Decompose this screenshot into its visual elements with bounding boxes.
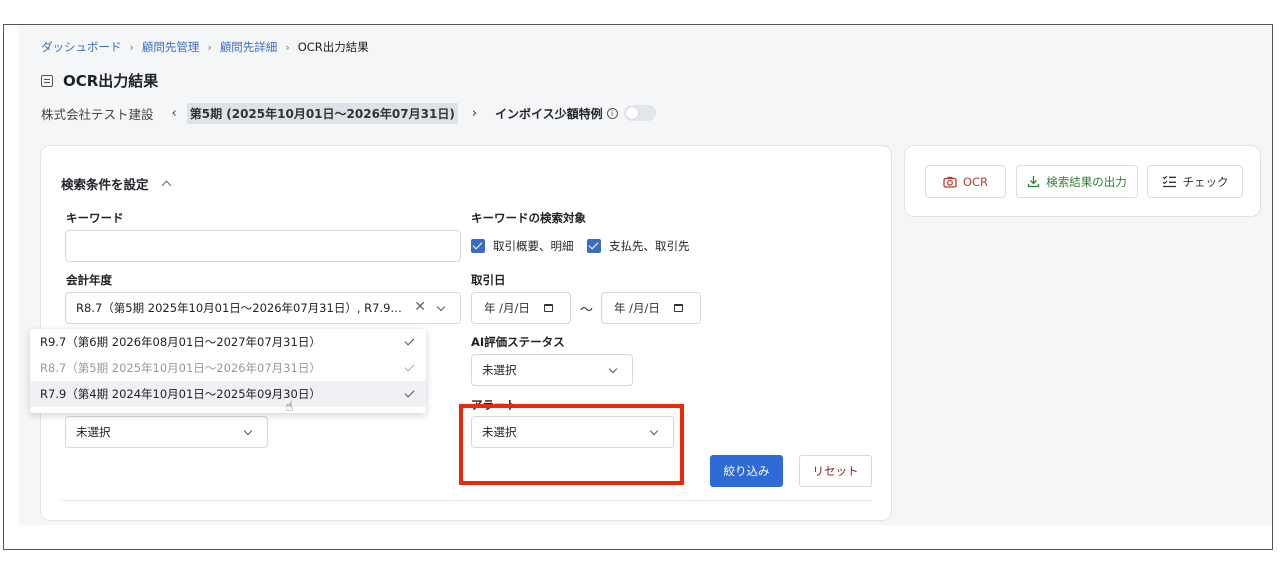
checkbox-checked-icon[interactable] [587, 239, 601, 253]
check-icon [404, 335, 415, 346]
search-section-toggle[interactable]: 検索条件を設定 [61, 174, 171, 193]
fiscal-option[interactable]: R8.7（第5期 2025年10月01日〜2026年07月31日） [30, 355, 426, 381]
checkbox-partner[interactable]: 支払先、取引先 [587, 238, 690, 254]
fiscal-year-label: 会計年度 [66, 273, 112, 287]
calendar-icon[interactable] [673, 304, 683, 312]
chevron-down-icon [436, 302, 446, 312]
screenshot-frame: ダッシュボード › 顧問先管理 › 顧問先詳細 › OCR出力結果 OCR出力結… [3, 24, 1273, 550]
fiscal-option-label: R7.9（第4期 2024年10月01日〜2025年09月30日） [40, 387, 321, 401]
export-results-button[interactable]: 検索結果の出力 [1016, 165, 1138, 198]
check-icon [404, 361, 415, 372]
fiscal-option[interactable]: R9.7（第6期 2026年08月01日〜2027年07月31日） [30, 329, 426, 355]
hand-cursor-icon: ☝ [285, 399, 294, 415]
breadcrumb-chevron-icon: › [207, 40, 212, 54]
fiscal-option-label: R9.7（第6期 2026年08月01日〜2027年07月31日） [40, 335, 321, 349]
invoice-toggle[interactable] [623, 105, 656, 121]
check-button[interactable]: チェック [1147, 165, 1243, 198]
period-label: 第5期 (2025年10月01日〜2026年07月31日) [186, 102, 458, 124]
chevron-down-icon [243, 426, 253, 436]
invoice-exception-label: インボイス少額特例 [495, 106, 603, 121]
keyword-label: キーワード [66, 211, 124, 225]
breadcrumb: ダッシュボード › 顧問先管理 › 顧問先詳細 › OCR出力結果 [41, 39, 369, 55]
filter-button[interactable]: 絞り込み [710, 455, 783, 487]
date-from-input[interactable]: 年 /月/日 [471, 292, 571, 324]
fiscal-year-value: R8.7（第5期 2025年10月01日〜2026年07月31日）, R7.9… [76, 301, 402, 315]
checkbox-summary[interactable]: 取引概要、明細 [471, 238, 574, 254]
page-title: OCR出力結果 [41, 70, 158, 91]
breadcrumb-current: OCR出力結果 [297, 40, 369, 54]
date-to-placeholder: 年 /月/日 [614, 301, 660, 315]
keyword-target-label: キーワードの検索対象 [471, 211, 586, 225]
divider [61, 500, 873, 501]
check-button-label: チェック [1182, 174, 1229, 189]
transaction-date-label: 取引日 [471, 273, 506, 287]
info-icon[interactable]: i [606, 107, 618, 119]
chevron-up-icon [161, 180, 171, 191]
partially-hidden-select[interactable]: 未選択 [65, 416, 268, 448]
breadcrumb-dashboard[interactable]: ダッシュボード [41, 39, 122, 55]
ai-status-label: AI評価ステータス [471, 335, 565, 349]
reset-button[interactable]: リセット [799, 455, 872, 487]
ocr-button[interactable]: OCR [925, 165, 1006, 198]
camera-icon [943, 176, 957, 188]
keyword-input[interactable] [65, 230, 461, 262]
fiscal-option-label: R8.7（第5期 2025年10月01日〜2026年07月31日） [40, 361, 321, 375]
company-name: 株式会社テスト建設 [41, 106, 154, 122]
period-prev-button[interactable]: ‹ [172, 106, 177, 121]
alert-highlight-box [459, 404, 684, 485]
checklist-icon [1162, 175, 1176, 188]
breadcrumb-client-management[interactable]: 顧問先管理 [142, 39, 200, 55]
fiscal-year-dropdown: R9.7（第6期 2026年08月01日〜2027年07月31日） R8.7（第… [30, 329, 426, 413]
ocr-button-label: OCR [962, 174, 989, 189]
fiscal-option[interactable]: R7.9（第4期 2024年10月01日〜2025年09月30日） [30, 381, 426, 407]
export-button-label: 検索結果の出力 [1046, 174, 1127, 189]
page-title-text: OCR出力結果 [63, 72, 159, 90]
breadcrumb-chevron-icon: › [129, 40, 134, 54]
date-range-separator: 〜 [580, 303, 594, 318]
breadcrumb-client-detail[interactable]: 顧問先詳細 [220, 39, 278, 55]
ai-status-select[interactable]: 未選択 [471, 354, 633, 386]
chevron-down-icon [608, 364, 618, 374]
partially-hidden-select-value: 未選択 [76, 425, 111, 439]
date-from-placeholder: 年 /月/日 [484, 301, 530, 315]
date-to-input[interactable]: 年 /月/日 [601, 292, 701, 324]
download-icon [1028, 176, 1040, 188]
fiscal-year-select[interactable]: R8.7（第5期 2025年10月01日〜2026年07月31日）, R7.9…… [65, 292, 461, 324]
company-bar: 株式会社テスト建設 ‹ 第5期 (2025年10月01日〜2026年07月31日… [41, 102, 656, 124]
search-section-title: 検索条件を設定 [61, 177, 149, 192]
clear-icon[interactable]: ✕ [414, 299, 426, 315]
breadcrumb-chevron-icon: › [285, 40, 290, 54]
checkbox-summary-label: 取引概要、明細 [493, 239, 574, 253]
checkbox-checked-icon[interactable] [471, 239, 485, 253]
checkbox-partner-label: 支払先、取引先 [609, 239, 690, 253]
action-card: OCR 検索結果の出力 チェック [904, 145, 1261, 217]
document-icon [41, 74, 53, 87]
ai-status-value: 未選択 [482, 363, 517, 377]
calendar-icon[interactable] [543, 304, 553, 312]
check-icon [404, 387, 415, 398]
period-next-button[interactable]: › [472, 106, 477, 121]
